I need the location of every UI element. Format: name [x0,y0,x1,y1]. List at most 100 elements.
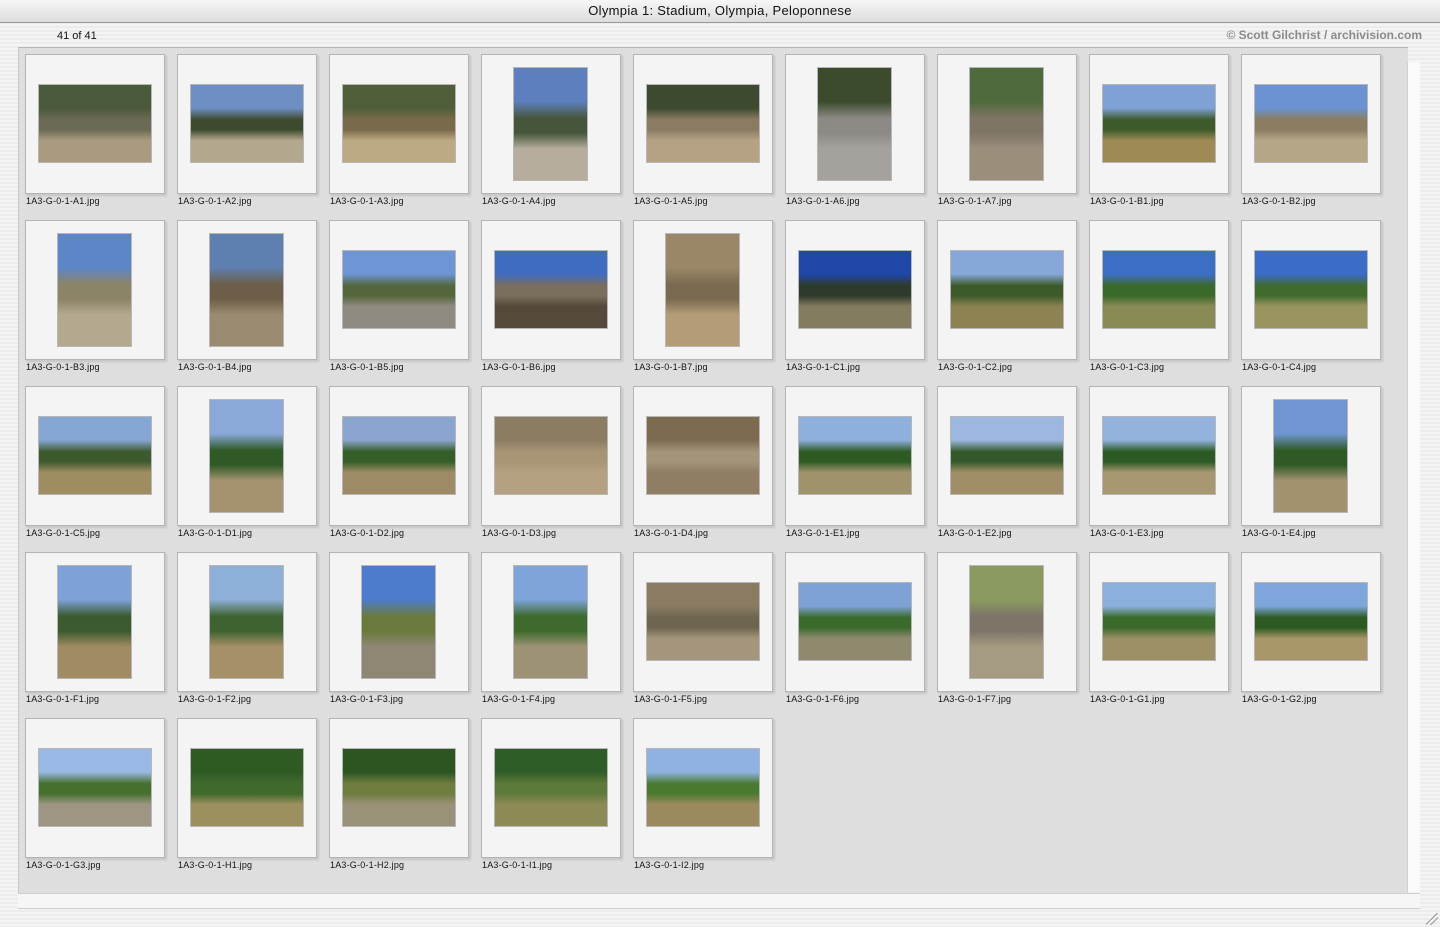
photo-thumbnail[interactable] [191,749,303,826]
thumbnail-cell[interactable]: 1A3-G-0-1-B3.jpg [24,219,176,385]
thumbnail-cell[interactable]: 1A3-G-0-1-F1.jpg [24,551,176,717]
horizontal-scrollbar[interactable] [18,893,1420,909]
slide-mount[interactable] [785,386,925,526]
photo-thumbnail[interactable] [210,566,283,678]
photo-thumbnail[interactable] [1255,583,1367,660]
slide-mount[interactable] [25,220,165,360]
thumbnail-cell[interactable]: 1A3-G-0-1-B2.jpg [1240,53,1392,219]
slide-mount[interactable] [633,220,773,360]
photo-thumbnail[interactable] [362,566,435,678]
photo-thumbnail[interactable] [39,749,151,826]
photo-thumbnail[interactable] [970,68,1043,180]
photo-thumbnail[interactable] [343,251,455,328]
photo-thumbnail[interactable] [647,85,759,162]
window-title[interactable]: Olympia 1: Stadium, Olympia, Peloponnese [0,0,1440,23]
photo-thumbnail[interactable] [1103,583,1215,660]
thumbnail-cell[interactable]: 1A3-G-0-1-A7.jpg [936,53,1088,219]
slide-mount[interactable] [1089,552,1229,692]
slide-mount[interactable] [177,220,317,360]
photo-thumbnail[interactable] [818,68,891,180]
thumbnail-cell[interactable]: 1A3-G-0-1-A1.jpg [24,53,176,219]
photo-thumbnail[interactable] [514,68,587,180]
thumbnail-cell[interactable]: 1A3-G-0-1-C3.jpg [1088,219,1240,385]
photo-thumbnail[interactable] [647,417,759,494]
photo-thumbnail[interactable] [951,417,1063,494]
thumbnail-cell[interactable]: 1A3-G-0-1-C2.jpg [936,219,1088,385]
thumbnail-cell[interactable]: 1A3-G-0-1-B1.jpg [1088,53,1240,219]
slide-mount[interactable] [937,220,1077,360]
photo-thumbnail[interactable] [39,85,151,162]
thumbnail-cell[interactable]: 1A3-G-0-1-D1.jpg [176,385,328,551]
thumbnail-cell[interactable]: 1A3-G-0-1-F3.jpg [328,551,480,717]
thumbnail-cell[interactable]: 1A3-G-0-1-H2.jpg [328,717,480,883]
slide-mount[interactable] [177,552,317,692]
photo-thumbnail[interactable] [343,85,455,162]
photo-thumbnail[interactable] [1103,417,1215,494]
photo-thumbnail[interactable] [58,234,131,346]
thumbnail-cell[interactable]: 1A3-G-0-1-B6.jpg [480,219,632,385]
slide-mount[interactable] [481,220,621,360]
thumbnail-cell[interactable]: 1A3-G-0-1-B7.jpg [632,219,784,385]
thumbnail-cell[interactable]: 1A3-G-0-1-A2.jpg [176,53,328,219]
thumbnail-cell[interactable]: 1A3-G-0-1-H1.jpg [176,717,328,883]
photo-thumbnail[interactable] [1103,85,1215,162]
slide-mount[interactable] [633,718,773,858]
thumbnail-cell[interactable]: 1A3-G-0-1-A3.jpg [328,53,480,219]
slide-mount[interactable] [937,552,1077,692]
photo-thumbnail[interactable] [210,400,283,512]
slide-mount[interactable] [25,54,165,194]
thumbnail-cell[interactable]: 1A3-G-0-1-F7.jpg [936,551,1088,717]
slide-mount[interactable] [329,718,469,858]
photo-thumbnail[interactable] [343,749,455,826]
slide-mount[interactable] [25,386,165,526]
photo-thumbnail[interactable] [799,251,911,328]
slide-mount[interactable] [1089,54,1229,194]
photo-thumbnail[interactable] [1274,400,1347,512]
slide-mount[interactable] [177,718,317,858]
thumbnail-cell[interactable]: 1A3-G-0-1-D3.jpg [480,385,632,551]
thumbnail-cell[interactable]: 1A3-G-0-1-E2.jpg [936,385,1088,551]
photo-thumbnail[interactable] [191,85,303,162]
slide-mount[interactable] [1241,54,1381,194]
thumbnail-cell[interactable]: 1A3-G-0-1-E3.jpg [1088,385,1240,551]
photo-thumbnail[interactable] [799,417,911,494]
thumbnail-cell[interactable]: 1A3-G-0-1-G1.jpg [1088,551,1240,717]
slide-mount[interactable] [785,552,925,692]
slide-mount[interactable] [785,54,925,194]
thumbnail-cell[interactable]: 1A3-G-0-1-A6.jpg [784,53,936,219]
slide-mount[interactable] [329,220,469,360]
slide-mount[interactable] [633,552,773,692]
photo-thumbnail[interactable] [39,417,151,494]
photo-thumbnail[interactable] [666,234,739,346]
slide-mount[interactable] [481,718,621,858]
vertical-scrollbar[interactable] [1407,62,1420,892]
slide-mount[interactable] [1089,386,1229,526]
slide-mount[interactable] [481,552,621,692]
slide-mount[interactable] [633,54,773,194]
thumbnail-cell[interactable]: 1A3-G-0-1-D2.jpg [328,385,480,551]
slide-mount[interactable] [633,386,773,526]
photo-thumbnail[interactable] [951,251,1063,328]
thumbnail-cell[interactable]: 1A3-G-0-1-F2.jpg [176,551,328,717]
thumbnail-cell[interactable]: 1A3-G-0-1-I2.jpg [632,717,784,883]
thumbnail-cell[interactable]: 1A3-G-0-1-F5.jpg [632,551,784,717]
slide-mount[interactable] [1241,386,1381,526]
thumbnail-cell[interactable]: 1A3-G-0-1-F6.jpg [784,551,936,717]
photo-thumbnail[interactable] [58,566,131,678]
thumbnail-cell[interactable]: 1A3-G-0-1-B5.jpg [328,219,480,385]
photo-thumbnail[interactable] [647,749,759,826]
thumbnail-cell[interactable]: 1A3-G-0-1-C5.jpg [24,385,176,551]
slide-mount[interactable] [1241,552,1381,692]
slide-mount[interactable] [25,552,165,692]
slide-mount[interactable] [481,386,621,526]
slide-mount[interactable] [25,718,165,858]
thumbnail-cell[interactable]: 1A3-G-0-1-F4.jpg [480,551,632,717]
resize-grip-icon[interactable] [1426,913,1438,925]
thumbnail-cell[interactable]: 1A3-G-0-1-C4.jpg [1240,219,1392,385]
slide-mount[interactable] [329,386,469,526]
slide-mount[interactable] [937,54,1077,194]
thumbnail-cell[interactable]: 1A3-G-0-1-I1.jpg [480,717,632,883]
slide-mount[interactable] [481,54,621,194]
thumbnail-cell[interactable]: 1A3-G-0-1-G2.jpg [1240,551,1392,717]
photo-thumbnail[interactable] [343,417,455,494]
